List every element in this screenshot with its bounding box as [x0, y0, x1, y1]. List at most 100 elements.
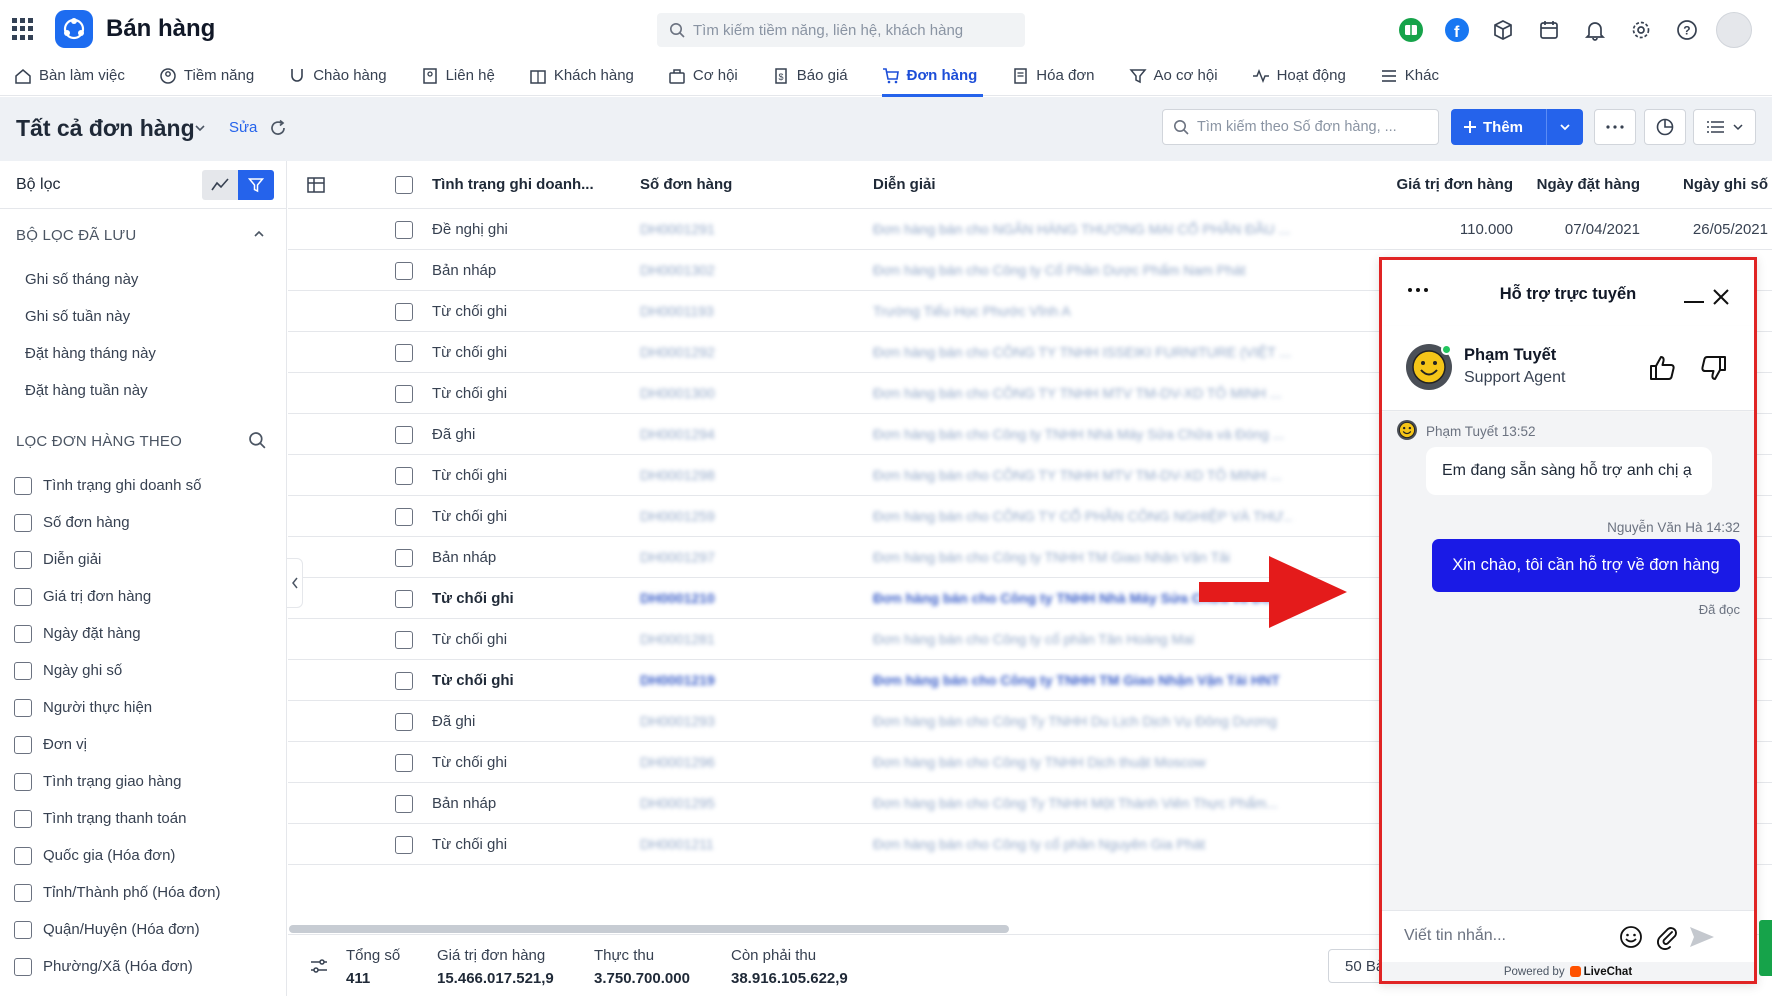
page-title[interactable]: Tất cả đơn hàng: [16, 115, 195, 142]
filter-checkbox[interactable]: [14, 661, 32, 680]
row-checkbox[interactable]: [395, 221, 413, 239]
cell-order-number[interactable]: DH0001295: [640, 795, 715, 811]
cell-order-number[interactable]: DH0001300: [640, 385, 715, 401]
nav-item-9[interactable]: Ao cơ hội: [1128, 56, 1218, 96]
more-options-button[interactable]: [1594, 109, 1636, 145]
cell-order-number[interactable]: DH0001297: [640, 549, 715, 565]
cell-order-number[interactable]: DH0001210: [640, 590, 715, 606]
filter-option[interactable]: Đơn vị: [0, 726, 286, 763]
send-icon[interactable]: [1688, 925, 1716, 949]
nav-item-11[interactable]: Khác: [1380, 56, 1439, 96]
filter-option[interactable]: Ngày đặt hàng: [0, 615, 286, 652]
cell-order-number[interactable]: DH0001259: [640, 508, 715, 524]
collapse-sidebar-button[interactable]: [287, 558, 303, 608]
filter-toggle-button[interactable]: [238, 170, 274, 200]
cell-order-number[interactable]: DH0001302: [640, 262, 715, 278]
add-dropdown-button[interactable]: [1547, 121, 1583, 133]
saved-filter-item[interactable]: Đặt hàng tuần này: [0, 372, 286, 409]
close-icon[interactable]: [1712, 288, 1730, 306]
list-view-button[interactable]: [1693, 109, 1756, 145]
cell-order-number[interactable]: DH0001291: [640, 221, 715, 237]
row-checkbox[interactable]: [395, 795, 413, 813]
header-record-date[interactable]: Ngày ghi số: [1668, 176, 1768, 193]
cell-order-number[interactable]: DH0001281: [640, 631, 715, 647]
cell-order-number[interactable]: DH0001219: [640, 672, 715, 688]
filter-checkbox[interactable]: [14, 624, 32, 643]
row-checkbox[interactable]: [395, 426, 413, 444]
filter-option[interactable]: Quận/Huyện (Hóa đơn): [0, 911, 286, 948]
attachment-icon[interactable]: [1654, 924, 1680, 950]
filter-checkbox[interactable]: [14, 587, 32, 606]
thumbs-down-icon[interactable]: [1700, 354, 1728, 382]
filter-option[interactable]: Giá trị đơn hàng: [0, 578, 286, 615]
row-checkbox[interactable]: [395, 672, 413, 690]
row-checkbox[interactable]: [395, 508, 413, 526]
nav-item-0[interactable]: Bàn làm việc: [14, 56, 125, 96]
filter-option[interactable]: Diễn giải: [0, 541, 286, 578]
nav-item-6[interactable]: $ Báo giá: [772, 56, 848, 96]
powered-by-footer[interactable]: Powered by LiveChat: [1382, 962, 1754, 981]
nav-item-7[interactable]: Đơn hàng: [881, 56, 983, 97]
filter-option[interactable]: Số đơn hàng: [0, 504, 286, 541]
cell-order-number[interactable]: DH0001211: [640, 836, 714, 852]
filter-checkbox[interactable]: [14, 957, 32, 976]
chat-side-tab[interactable]: [1759, 920, 1772, 976]
minimize-icon[interactable]: [1684, 301, 1704, 303]
filter-option[interactable]: Tình trạng giao hàng: [0, 763, 286, 800]
column-settings-icon[interactable]: [306, 175, 326, 195]
user-avatar[interactable]: [1716, 12, 1752, 48]
gear-icon[interactable]: [1618, 13, 1664, 47]
row-checkbox[interactable]: [395, 303, 413, 321]
order-search-input[interactable]: Tìm kiếm theo Số đơn hàng, ...: [1162, 109, 1439, 145]
filter-checkbox[interactable]: [14, 550, 32, 569]
cell-order-number[interactable]: DH0001298: [640, 467, 715, 483]
nav-item-4[interactable]: Khách hàng: [529, 56, 634, 96]
global-search-input[interactable]: Tìm kiếm tiềm năng, liên hệ, khách hàng: [657, 13, 1025, 47]
saved-filters-section[interactable]: BỘ LỌC ĐÃ LƯU: [0, 209, 286, 261]
row-checkbox[interactable]: [395, 713, 413, 731]
table-row[interactable]: Đề nghị ghi DH0001291 Đơn hàng bán cho NGÂ…: [288, 209, 1772, 250]
add-button[interactable]: Thêm: [1451, 109, 1583, 145]
book-icon[interactable]: [1388, 13, 1434, 47]
help-icon[interactable]: ?: [1664, 13, 1710, 47]
header-status[interactable]: Tình trạng ghi doanh...: [432, 176, 594, 193]
cell-order-number[interactable]: DH0001293: [640, 713, 715, 729]
trend-toggle-button[interactable]: [202, 170, 238, 200]
row-checkbox[interactable]: [395, 631, 413, 649]
chevron-down-icon[interactable]: [193, 121, 207, 135]
filter-checkbox[interactable]: [14, 772, 32, 791]
nav-item-5[interactable]: Cơ hội: [668, 56, 738, 96]
emoji-icon[interactable]: [1619, 925, 1643, 949]
filter-option[interactable]: Phường/Xã (Hóa đơn): [0, 948, 286, 985]
filter-checkbox[interactable]: [14, 476, 32, 495]
filter-checkbox[interactable]: [14, 920, 32, 939]
package-icon[interactable]: [1480, 13, 1526, 47]
calendar-icon[interactable]: [1526, 13, 1572, 47]
row-checkbox[interactable]: [395, 344, 413, 362]
filter-checkbox[interactable]: [14, 846, 32, 865]
filter-option[interactable]: Tình trạng ghi doanh số: [0, 467, 286, 504]
sliders-icon[interactable]: [310, 957, 328, 975]
filter-option[interactable]: Người thực hiện: [0, 689, 286, 726]
nav-item-3[interactable]: Liên hệ: [421, 56, 495, 96]
apps-grid-icon[interactable]: [12, 18, 34, 40]
row-checkbox[interactable]: [395, 385, 413, 403]
chevron-up-icon[interactable]: [252, 227, 266, 241]
chart-view-button[interactable]: [1644, 109, 1686, 145]
saved-filter-item[interactable]: Ghi số tuần này: [0, 298, 286, 335]
edit-view-link[interactable]: Sửa: [229, 119, 257, 136]
cell-order-number[interactable]: DH0001292: [640, 344, 715, 360]
cell-order-number[interactable]: DH0001294: [640, 426, 715, 442]
filter-option[interactable]: Tình trạng thanh toán: [0, 800, 286, 837]
chat-input-bar[interactable]: Viết tin nhắn...: [1382, 910, 1754, 962]
cell-order-number[interactable]: DH0001296: [640, 754, 715, 770]
nav-item-10[interactable]: Hoạt động: [1252, 56, 1346, 96]
nav-item-2[interactable]: Chào hàng: [288, 56, 387, 96]
row-checkbox[interactable]: [395, 836, 413, 854]
cell-order-number[interactable]: DH0001193: [640, 303, 714, 319]
saved-filter-item[interactable]: Ghi số tháng này: [0, 261, 286, 298]
filter-checkbox[interactable]: [14, 883, 32, 902]
filter-option[interactable]: Tỉnh/Thành phố (Hóa đơn): [0, 874, 286, 911]
filter-checkbox[interactable]: [14, 735, 32, 754]
nav-item-8[interactable]: Hóa đơn: [1011, 56, 1095, 96]
